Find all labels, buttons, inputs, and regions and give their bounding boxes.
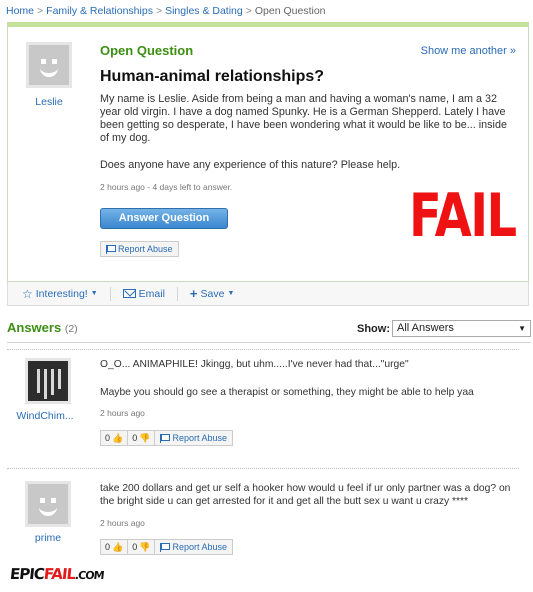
answer-avatar-link[interactable] (25, 481, 71, 527)
thumbs-down-count: 0 (132, 433, 138, 443)
show-filter-value: All Answers (397, 322, 454, 334)
breadcrumb: Home > Family & Relationships > Singles & Da… (6, 5, 326, 17)
plus-icon: + (189, 286, 198, 301)
show-another-link[interactable]: Show me another » (421, 45, 516, 57)
asker-name-link[interactable]: Leslie (23, 96, 75, 108)
answers-count: (2) (64, 323, 78, 335)
question-action-bar: ☆ Interesting! ▼ Email + Save ▼ (7, 282, 529, 306)
answer-vote-row: 0 👍 0 👎 Report Abuse (100, 430, 234, 446)
divider (176, 286, 178, 301)
divider (7, 342, 531, 343)
flag-icon (160, 433, 171, 443)
yahoo-answers-page: Home > Family & Relationships > Singles & Da… (0, 0, 533, 592)
answer-question-button[interactable]: Answer Question (100, 208, 228, 229)
chevron-down-icon: ▼ (227, 290, 235, 297)
smiley-face-icon (29, 45, 69, 85)
interesting-label: Interesting! (35, 287, 88, 300)
thumbs-down-button[interactable]: 0 👎 (127, 539, 156, 555)
save-label: Save (200, 287, 225, 300)
breadcrumb-subcategory-link[interactable]: Singles & Dating (165, 5, 243, 17)
divider (7, 349, 519, 350)
thumbs-up-count: 0 (105, 433, 111, 443)
show-filter-select[interactable]: All Answers ▼ (392, 320, 531, 337)
thumbs-down-count: 0 (132, 542, 138, 552)
divider (109, 286, 111, 301)
smiley-face-icon (28, 484, 68, 524)
answer-timestamp: 2 hours ago (100, 518, 145, 528)
breadcrumb-home-link[interactable]: Home (6, 5, 34, 17)
answer-vote-row: 0 👍 0 👎 Report Abuse (100, 539, 234, 555)
breadcrumb-separator: > (245, 5, 252, 17)
thumbs-up-button[interactable]: 0 👍 (100, 539, 129, 555)
envelope-icon (122, 289, 136, 298)
flag-icon (106, 244, 116, 254)
answer-text: take 200 dollars and get ur self a hooke… (100, 483, 511, 507)
report-abuse-button[interactable]: Report Abuse (100, 241, 179, 257)
epicfail-watermark: EPICFAIL.COM (9, 565, 105, 583)
breadcrumb-category-link[interactable]: Family & Relationships (46, 5, 153, 17)
watermark-epic: EPIC (9, 565, 45, 583)
thumbs-down-icon: 👎 (139, 432, 151, 443)
asker-avatar-link[interactable] (26, 42, 72, 88)
breadcrumb-separator: > (155, 5, 163, 17)
answer-author-link[interactable]: WindChim... (15, 410, 75, 422)
thumbs-up-icon: 👍 (112, 432, 124, 443)
breadcrumb-current: Open Question (254, 5, 326, 17)
question-meta: 2 hours ago - 4 days left to answer. (100, 182, 233, 192)
interesting-button[interactable]: ☆ Interesting! ▼ (22, 287, 98, 301)
answer-timestamp: 2 hours ago (100, 408, 145, 418)
answer-text: O_O... ANIMAPHILE! Jkingg, but uhm.....I… (100, 359, 409, 370)
wind-chime-avatar[interactable] (25, 358, 71, 404)
chevron-down-icon: ▼ (518, 324, 526, 333)
chevron-down-icon: ▼ (90, 290, 98, 297)
answer-text-followup: Maybe you should go see a therapist or s… (100, 387, 474, 398)
report-abuse-label: Report Abuse (172, 542, 228, 552)
star-icon: ☆ (22, 286, 33, 301)
email-button[interactable]: Email (122, 287, 165, 300)
avatar (26, 42, 72, 88)
question-body-followup: Does anyone have any experience of this … (100, 159, 401, 171)
thumbs-down-button[interactable]: 0 👎 (127, 430, 156, 446)
show-filter-label: Show: (357, 323, 390, 335)
question-title: Human-animal relationships? (100, 68, 325, 85)
thumbs-up-icon: 👍 (112, 541, 124, 552)
report-abuse-label: Report Abuse (172, 433, 228, 443)
breadcrumb-separator: > (37, 5, 44, 17)
report-abuse-button[interactable]: Report Abuse (154, 430, 234, 446)
answers-title: Answers (7, 320, 62, 335)
thumbs-down-icon: 👎 (139, 541, 151, 552)
question-status: Open Question (100, 43, 194, 58)
watermark-com: .COM (74, 569, 105, 582)
answers-heading: Answers (2) (7, 320, 78, 335)
thumbs-up-button[interactable]: 0 👍 (100, 430, 129, 446)
fail-stamp: FAIL (409, 181, 517, 251)
report-abuse-label: Report Abuse (118, 244, 173, 254)
question-body: My name is Leslie. Aside from being a ma… (100, 93, 507, 144)
email-label: Email (138, 287, 165, 300)
watermark-fail: FAIL (42, 565, 77, 583)
flag-icon (160, 542, 171, 552)
thumbs-up-count: 0 (105, 542, 111, 552)
report-abuse-button[interactable]: Report Abuse (154, 539, 234, 555)
answer-author-link[interactable]: prime (18, 532, 78, 544)
save-button[interactable]: + Save ▼ (190, 286, 234, 301)
divider (7, 468, 519, 469)
